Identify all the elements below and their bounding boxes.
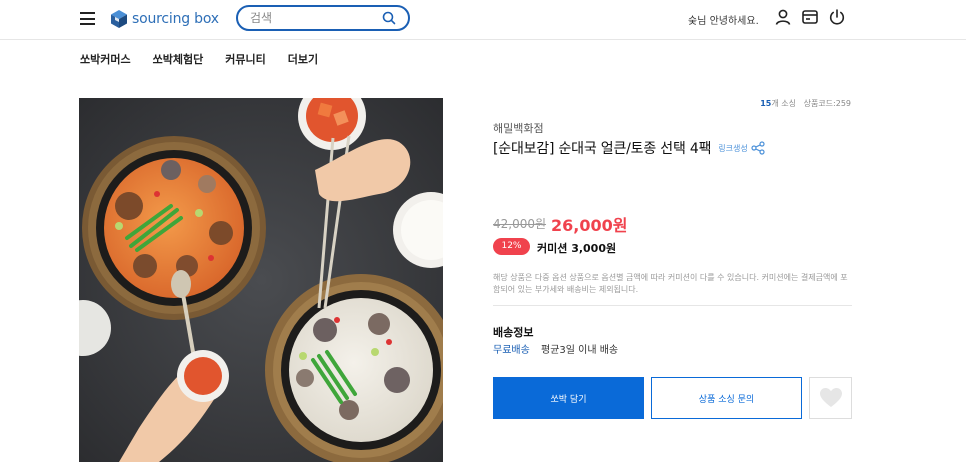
store-name: 해밀백화점 (493, 122, 544, 135)
original-price: 42,000원 (493, 217, 547, 231)
nav-item-community[interactable]: 커뮤니티 (225, 51, 265, 67)
logo[interactable]: sourcing box (109, 9, 219, 29)
product-title: [순대보감] 순대국 얼큰/토종 선택 4팩 (493, 141, 712, 157)
greeting-text: 숮님 안녕하세요. (688, 16, 759, 27)
product-meta: 15개 소싱 상품코드:259 (760, 98, 851, 109)
search-icon[interactable] (382, 11, 396, 25)
share-icon (751, 141, 765, 155)
nav-item-experience[interactable]: 쏘박체험단 (153, 51, 204, 67)
link-generate-button[interactable]: 링크생성 (718, 141, 765, 155)
menu-icon[interactable] (80, 12, 95, 25)
top-header: sourcing box 숮님 안녕하세요. (0, 0, 966, 40)
divider (493, 305, 852, 306)
nav-item-commerce[interactable]: 쏘박커머스 (80, 51, 131, 67)
search-box[interactable] (236, 5, 410, 31)
product-image (79, 98, 443, 462)
main-nav: 쏘박커머스 쏘박체험단 커뮤니티 더보기 (80, 51, 340, 67)
link-generate-label: 링크생성 (718, 143, 748, 153)
wallet-icon[interactable] (801, 8, 819, 26)
user-icon[interactable] (774, 8, 792, 26)
add-to-sourcing-button[interactable]: 쏘박 담기 (493, 377, 644, 419)
sourcing-suffix: 개 소싱 (771, 99, 796, 108)
title-row: [순대보감] 순대국 얼큰/토종 선택 4팩 링크생성 (493, 138, 765, 158)
power-icon[interactable] (828, 8, 846, 26)
sourcing-inquiry-button[interactable]: 상품 소싱 문의 (651, 377, 802, 419)
commission-amount: 커미션 3,000원 (537, 242, 617, 255)
sale-price: 26,000원 (551, 216, 628, 235)
search-input[interactable] (250, 10, 380, 26)
shipping-free: 무료배송 (493, 345, 530, 356)
product-code: 상품코드:259 (803, 99, 851, 108)
sourcing-count: 15 (760, 99, 772, 108)
shipping-title: 배송정보 (493, 326, 534, 339)
wishlist-button[interactable] (809, 377, 852, 419)
commission-note: 해당 상품은 다중 옵션 상품으로 옵션별 금액에 따라 커미션이 다를 수 있… (493, 273, 848, 294)
brand-name: sourcing box (132, 11, 219, 27)
shipping-average: 평균3일 이내 배송 (541, 345, 619, 356)
logo-cube-icon (111, 10, 127, 28)
nav-item-more[interactable]: 더보기 (288, 51, 318, 67)
commission-rate-badge: 12% (493, 238, 530, 255)
heart-icon (819, 388, 842, 407)
soup-photo (79, 98, 443, 462)
